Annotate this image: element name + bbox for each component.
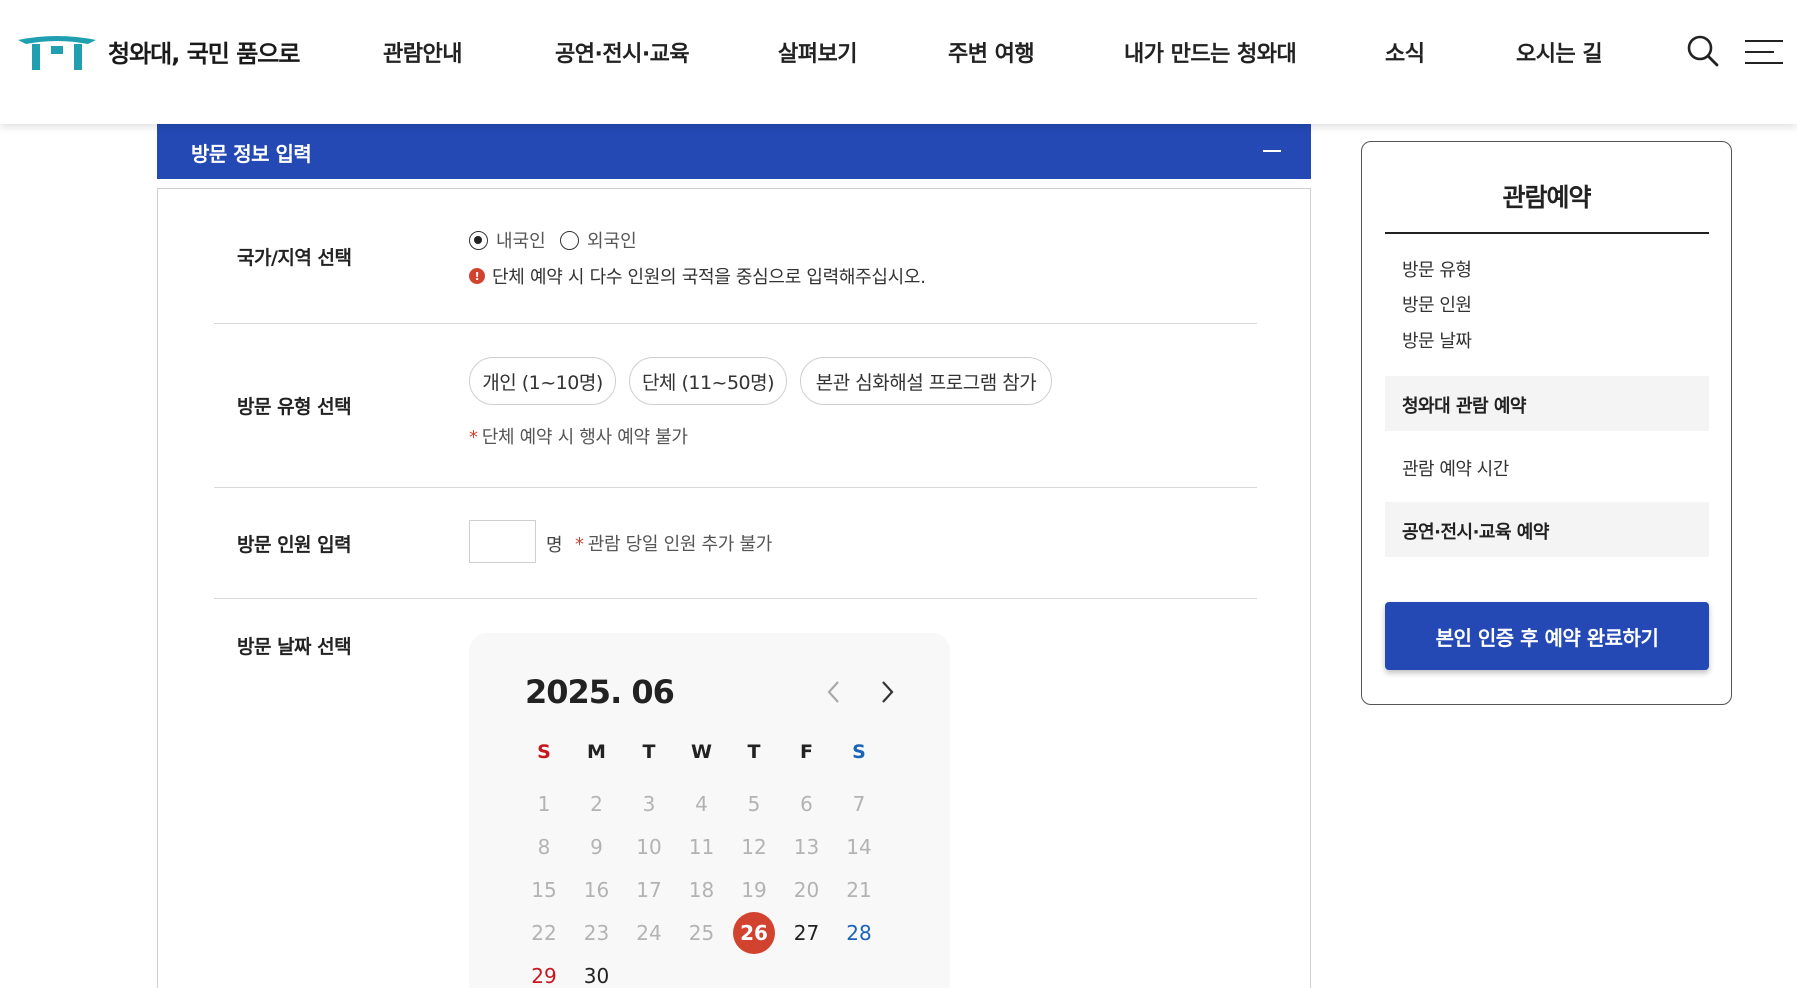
calendar-day: 14 — [846, 835, 872, 859]
calendar-day: 7 — [852, 792, 866, 816]
calendar-day: 20 — [793, 878, 820, 902]
pavilion-logo-icon — [18, 36, 96, 70]
calendar-day: 25 — [688, 921, 715, 945]
side-block-label: 청와대 관람 예약 — [1402, 396, 1526, 417]
nav-item-news[interactable]: 소식 — [1385, 36, 1425, 68]
info-icon: ! — [469, 268, 485, 284]
calendar-day: 12 — [741, 835, 767, 859]
side-block-label: 관람 예약 시간 — [1402, 459, 1509, 480]
calendar-weekday: T — [747, 741, 761, 763]
calendar-day: 9 — [590, 835, 603, 859]
radio-domestic[interactable]: 내국인 — [469, 227, 546, 253]
radio-domestic-circle — [469, 230, 488, 250]
side-block-event-reservation: 공연·전시·교육 예약 — [1385, 502, 1709, 557]
required-star: * — [575, 534, 584, 555]
side-title: 관람예약 — [1502, 183, 1591, 212]
calendar-day[interactable]: 27 — [786, 912, 828, 954]
visit-type-program-button[interactable]: 본관 심화해설 프로그램 참가 — [800, 357, 1052, 405]
nav-item-guide[interactable]: 관람안내 — [383, 36, 462, 68]
people-unit: 명 — [546, 535, 563, 556]
radio-foreign-circle — [560, 230, 579, 250]
calendar-day: 5 — [747, 792, 761, 816]
next-month-icon[interactable] — [874, 677, 900, 707]
calendar-day: 6 — [800, 792, 813, 816]
visit-type-note-text: 단체 예약 시 행사 예약 불가 — [481, 427, 688, 448]
menu-icon[interactable] — [1744, 38, 1784, 66]
calendar-day-selected[interactable]: 26 — [733, 912, 775, 954]
calendar-weekday: M — [587, 741, 606, 763]
divider — [214, 487, 1257, 488]
side-block-label: 공연·전시·교육 예약 — [1402, 522, 1549, 543]
people-label: 방문 인원 입력 — [237, 534, 352, 556]
calendar-day: 24 — [636, 921, 662, 945]
nav-item-my-cheongwadae[interactable]: 내가 만드는 청와대 — [1124, 36, 1297, 68]
calendar-weekday: S — [852, 741, 866, 763]
calendar-weekday: F — [800, 741, 813, 763]
radio-foreign[interactable]: 외국인 — [560, 227, 637, 253]
country-info-text: 단체 예약 시 다수 인원의 국적을 중심으로 입력해주십시오. — [492, 267, 926, 288]
calendar-weekday: S — [537, 741, 551, 763]
required-star: * — [469, 427, 478, 448]
calendar-day[interactable]: 29 — [523, 955, 565, 988]
divider — [1385, 232, 1709, 234]
visit-type-note: * 단체 예약 시 행사 예약 불가 — [469, 423, 688, 449]
calendar-day: 18 — [688, 878, 715, 902]
minus-icon[interactable] — [1263, 144, 1281, 158]
calendar-day: 21 — [846, 878, 872, 902]
reservation-summary-panel: 관람예약 방문 유형 방문 인원 방문 날짜 청와대 관람 예약 관람 예약 시… — [1361, 141, 1732, 705]
complete-reservation-button[interactable]: 본인 인증 후 예약 완료하기 — [1385, 602, 1709, 670]
calendar-day: 22 — [531, 921, 557, 945]
calendar-day: 1 — [537, 792, 551, 816]
people-count-input[interactable] — [469, 520, 536, 563]
calendar-day: 10 — [636, 835, 662, 859]
calendar-day: 23 — [583, 921, 610, 945]
side-item-visit-type: 방문 유형 — [1402, 260, 1472, 281]
visit-info-form: 국가/지역 선택 내국인 외국인 ! 단체 예약 시 다수 인원의 국적을 중심… — [157, 188, 1311, 988]
country-info: ! 단체 예약 시 다수 인원의 국적을 중심으로 입력해주십시오. — [469, 263, 926, 289]
side-item-visit-people: 방문 인원 — [1402, 295, 1472, 316]
nav-item-directions[interactable]: 오시는 길 — [1516, 36, 1603, 68]
nav-item-nearby[interactable]: 주변 여행 — [948, 36, 1035, 68]
calendar-weekday: T — [642, 741, 656, 763]
side-item-visit-date: 방문 날짜 — [1402, 331, 1472, 352]
calendar-day: 11 — [688, 835, 715, 859]
site-header: 청와대, 국민 품으로 관람안내 공연·전시·교육 살펴보기 주변 여행 내가 … — [0, 0, 1797, 124]
radio-foreign-label: 외국인 — [587, 231, 637, 252]
side-block-tour-reservation: 청와대 관람 예약 — [1385, 376, 1709, 431]
country-label: 국가/지역 선택 — [237, 247, 352, 269]
calendar-day: 15 — [531, 878, 557, 902]
search-icon[interactable] — [1686, 34, 1720, 68]
divider — [214, 323, 1257, 324]
nav-item-performance[interactable]: 공연·전시·교육 — [555, 36, 690, 68]
nav-item-explore[interactable]: 살펴보기 — [778, 36, 857, 68]
calendar-day[interactable]: 30 — [576, 955, 618, 988]
calendar-day: 4 — [695, 792, 708, 816]
section-title: 방문 정보 입력 — [191, 142, 312, 166]
site-logo[interactable]: 청와대, 국민 품으로 — [16, 30, 300, 72]
calendar-day[interactable]: 28 — [838, 912, 880, 954]
calendar-day: 17 — [636, 878, 662, 902]
logo-text: 청와대, 국민 품으로 — [108, 39, 300, 68]
calendar: 2025. 06 SMTWTFS 1 2 3 4 5 6 7 8 9 10 11 12 13 14 15 16… — [469, 633, 950, 988]
visit-type-individual-button[interactable]: 개인 (1~10명) — [469, 357, 616, 405]
calendar-month-title: 2025. 06 — [525, 673, 675, 711]
visit-type-group-button[interactable]: 단체 (11~50명) — [629, 357, 787, 405]
calendar-day: 3 — [642, 792, 656, 816]
people-note-text: 관람 당일 인원 추가 불가 — [587, 534, 773, 555]
radio-domestic-label: 내국인 — [496, 231, 546, 252]
visit-type-label: 방문 유형 선택 — [237, 396, 352, 418]
calendar-day: 2 — [590, 792, 603, 816]
date-label: 방문 날짜 선택 — [237, 636, 352, 658]
prev-month-icon[interactable] — [821, 677, 847, 707]
side-block-reservation-time: 관람 예약 시간 — [1385, 439, 1709, 494]
calendar-day: 13 — [793, 835, 820, 859]
section-header: 방문 정보 입력 — [157, 124, 1311, 179]
divider — [214, 598, 1257, 599]
calendar-day: 16 — [583, 878, 610, 902]
people-note: * 관람 당일 인원 추가 불가 — [575, 530, 772, 556]
calendar-weekday: W — [691, 741, 712, 763]
calendar-day: 8 — [537, 835, 551, 859]
calendar-day: 19 — [741, 878, 767, 902]
